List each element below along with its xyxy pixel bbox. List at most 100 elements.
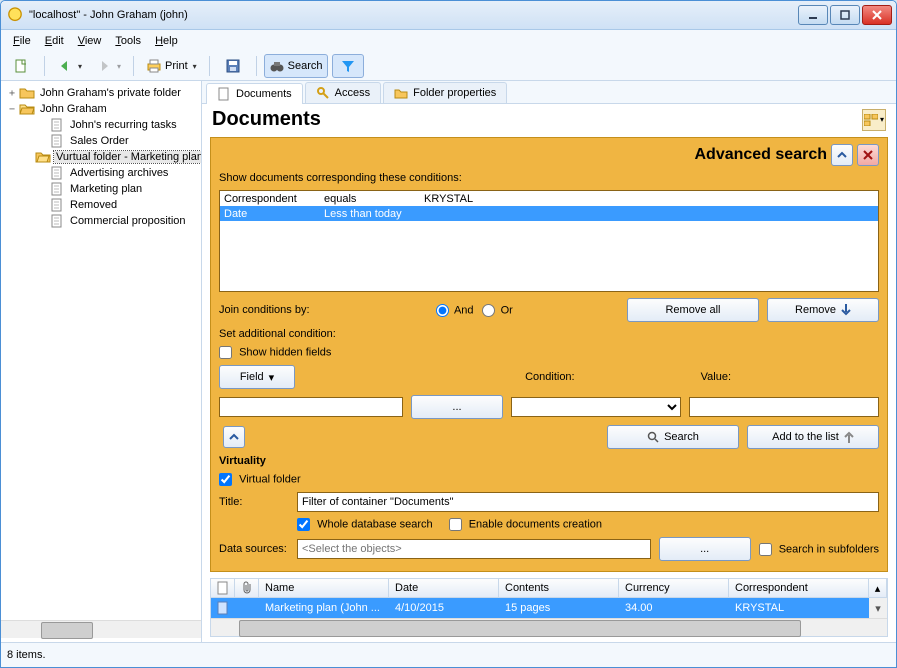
close-button[interactable] — [862, 5, 892, 25]
virtual-folder-checkbox[interactable]: Virtual folder — [219, 473, 879, 486]
grid-vscroll-up[interactable]: ▴ — [869, 579, 887, 597]
search-button[interactable]: Search — [607, 425, 739, 449]
arrow-down-icon — [841, 304, 851, 316]
virtuality-heading: Virtuality — [219, 455, 879, 467]
data-sources-input[interactable] — [297, 539, 651, 559]
document-icon — [49, 133, 65, 149]
filter-toggle[interactable] — [332, 54, 364, 78]
folder-open-icon — [19, 101, 35, 117]
binoculars-icon — [269, 58, 285, 74]
condition-row[interactable]: DateLess than today — [220, 206, 878, 221]
folder-icon — [394, 86, 408, 100]
toolbar: ▾ ▾ Print ▾ Search — [1, 52, 896, 81]
adv-title: Advanced search — [694, 146, 827, 164]
fwd-button[interactable]: ▾ — [91, 54, 126, 78]
maximize-button[interactable] — [830, 5, 860, 25]
tree-item[interactable]: Marketing plan — [5, 181, 201, 197]
tree-item[interactable]: Commercial proposition — [5, 213, 201, 229]
tab-access[interactable]: Access — [305, 82, 381, 103]
menu-file[interactable]: File — [13, 35, 31, 47]
col-currency[interactable]: Currency — [619, 579, 729, 597]
advanced-search-panel: Advanced search Show documents correspon… — [210, 137, 888, 572]
back-icon — [57, 58, 73, 74]
page-title: Documents — [212, 108, 862, 131]
grid-vscroll-down[interactable]: ▾ — [869, 598, 887, 618]
field-input[interactable] — [219, 397, 403, 417]
tabs: Documents Access Folder properties — [202, 81, 896, 103]
field-browse-button[interactable]: ... — [411, 395, 503, 419]
tree-item[interactable]: Advertising archives — [5, 165, 201, 181]
magnifier-icon — [647, 431, 659, 443]
new-doc-button[interactable] — [5, 54, 37, 78]
menu-edit[interactable]: Edit — [45, 35, 64, 47]
close-panel-button[interactable] — [857, 144, 879, 166]
add-to-list-button[interactable]: Add to the list — [747, 425, 879, 449]
titlebar: "localhost" - John Graham (john) — [1, 1, 896, 30]
menu-view[interactable]: View — [78, 35, 102, 47]
data-sources-browse[interactable]: ... — [659, 537, 751, 561]
tree-root-user[interactable]: − John Graham — [5, 101, 201, 117]
grid-row[interactable]: Marketing plan (John ... 4/10/2015 15 pa… — [211, 598, 887, 618]
statusbar: 8 items. — [1, 642, 896, 667]
condition-row[interactable]: CorrespondentequalsKRYSTAL — [220, 191, 878, 206]
view-options-button[interactable]: ▾ — [862, 109, 886, 131]
document-icon — [49, 165, 65, 181]
print-button[interactable]: Print ▾ — [141, 54, 202, 78]
condition-label: Condition: — [525, 371, 575, 383]
tree-item[interactable]: Removed — [5, 197, 201, 213]
join-and[interactable]: And — [436, 304, 474, 317]
enable-create-checkbox[interactable]: Enable documents creation — [449, 518, 602, 531]
col-type-icon[interactable] — [211, 579, 235, 597]
col-contents[interactable]: Contents — [499, 579, 619, 597]
save-icon — [225, 58, 241, 74]
col-name[interactable]: Name — [259, 579, 389, 597]
grid-hscrollbar[interactable] — [211, 618, 887, 636]
chevron-up-icon — [836, 149, 848, 161]
save-button[interactable] — [217, 54, 249, 78]
close-icon — [863, 150, 873, 160]
back-button[interactable]: ▾ — [52, 54, 87, 78]
remove-all-button[interactable]: Remove all — [627, 298, 759, 322]
col-date[interactable]: Date — [389, 579, 499, 597]
print-icon — [146, 58, 162, 74]
join-or[interactable]: Or — [482, 304, 513, 317]
collapse-section-button[interactable] — [223, 426, 245, 448]
arrow-up-icon — [844, 431, 854, 443]
set-additional-label: Set additional condition: — [219, 328, 879, 340]
col-correspondent[interactable]: Correspondent — [729, 579, 869, 597]
tab-documents[interactable]: Documents — [206, 83, 303, 104]
menu-help[interactable]: Help — [155, 35, 178, 47]
document-icon — [217, 87, 231, 101]
collapse-button[interactable] — [831, 144, 853, 166]
field-dropdown[interactable]: Field▾ — [219, 365, 295, 389]
tree-item[interactable]: John's recurring tasks — [5, 117, 201, 133]
condition-select[interactable] — [511, 397, 681, 417]
folder-icon — [19, 85, 35, 101]
menu-tools[interactable]: Tools — [115, 35, 141, 47]
remove-button[interactable]: Remove — [767, 298, 879, 322]
cards-icon — [864, 114, 878, 126]
grid-header[interactable]: Name Date Contents Currency Corresponden… — [211, 579, 887, 598]
tab-folder-props[interactable]: Folder properties — [383, 82, 507, 103]
tree-item[interactable]: Sales Order — [5, 133, 201, 149]
title-input[interactable] — [297, 492, 879, 512]
paperclip-icon — [241, 581, 252, 595]
search-label: Search — [288, 60, 323, 72]
menubar: File Edit View Tools Help — [1, 30, 896, 52]
folder-tree: + John Graham's private folder − John Gr… — [1, 81, 202, 642]
tree-root-private[interactable]: + John Graham's private folder — [5, 85, 201, 101]
col-attach-icon[interactable] — [235, 579, 259, 597]
minimize-button[interactable] — [798, 5, 828, 25]
page-icon — [217, 581, 228, 595]
search-toggle[interactable]: Search — [264, 54, 328, 78]
conditions-list[interactable]: CorrespondentequalsKRYSTALDateLess than … — [219, 190, 879, 292]
show-hidden-checkbox[interactable]: Show hidden fields — [219, 346, 879, 359]
whole-db-checkbox[interactable]: Whole database search — [297, 518, 433, 531]
expand-icon[interactable]: + — [5, 88, 19, 99]
status-text: 8 items. — [7, 649, 46, 661]
tree-hscrollbar[interactable] — [1, 620, 201, 638]
tree-item[interactable]: Vurtual folder - Marketing plan — [5, 149, 201, 165]
collapse-icon[interactable]: − — [5, 104, 19, 115]
value-input[interactable] — [689, 397, 879, 417]
search-subfolders-checkbox[interactable]: Search in subfolders — [759, 543, 879, 556]
